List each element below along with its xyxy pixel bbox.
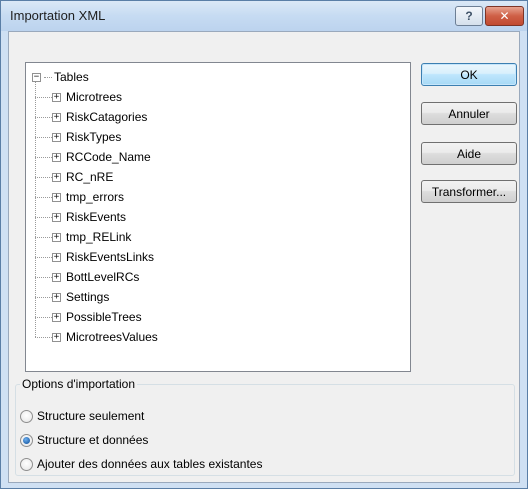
expand-icon[interactable]: +: [52, 232, 61, 242]
tree-node-tmp-errors[interactable]: + tmp_errors: [32, 187, 410, 207]
tree-node-tables[interactable]: − Tables: [32, 67, 410, 87]
option-label: Structure et données: [37, 433, 149, 447]
option-append-data[interactable]: Ajouter des données aux tables existante…: [20, 455, 262, 473]
tree-node-label: RiskEventsLinks: [66, 250, 155, 264]
tree-node-riskeventslinks[interactable]: + RiskEventsLinks: [32, 247, 410, 267]
tree-node-riskcatagories[interactable]: + RiskCatagories: [32, 107, 410, 127]
expand-icon[interactable]: +: [52, 132, 61, 142]
expand-icon[interactable]: +: [52, 172, 61, 182]
tree-node-label: RiskCatagories: [66, 110, 148, 124]
transform-button[interactable]: Transformer...: [421, 180, 517, 203]
tree-node-rccode-name[interactable]: + RCCode_Name: [32, 147, 410, 167]
radio-icon[interactable]: [20, 409, 33, 423]
expand-icon[interactable]: +: [52, 292, 61, 302]
tree-node-label: MicrotreesValues: [66, 330, 158, 344]
expand-icon[interactable]: +: [52, 112, 61, 122]
import-options-group: Options d'importation Structure seulemen…: [15, 377, 515, 476]
expand-icon[interactable]: +: [52, 312, 61, 322]
expand-icon[interactable]: +: [52, 272, 61, 282]
close-button[interactable]: ✕: [485, 6, 524, 26]
option-structure-only[interactable]: Structure seulement: [20, 407, 144, 425]
tree-node-riskevents[interactable]: + RiskEvents: [32, 207, 410, 227]
window-title: Importation XML: [10, 8, 106, 23]
tree-node-tmp-relink[interactable]: + tmp_RELink: [32, 227, 410, 247]
expand-icon[interactable]: +: [52, 152, 61, 162]
tree-node-bottlevelrcs[interactable]: + BottLevelRCs: [32, 267, 410, 287]
title-bar[interactable]: Importation XML ? ✕: [1, 1, 527, 31]
dialog-body: − Tables + Microtrees + RiskCatagories +…: [8, 31, 520, 483]
tree-node-label: BottLevelRCs: [66, 270, 140, 284]
tree-node-label: RC_nRE: [66, 170, 114, 184]
tree-node-label: tmp_errors: [66, 190, 125, 204]
ok-button[interactable]: OK: [421, 63, 517, 86]
help-button[interactable]: ?: [455, 6, 483, 26]
option-label: Structure seulement: [37, 409, 145, 423]
tables-tree-view[interactable]: − Tables + Microtrees + RiskCatagories +…: [25, 62, 411, 372]
import-options-legend: Options d'importation: [20, 377, 138, 391]
tree-node-label: RCCode_Name: [66, 150, 151, 164]
expand-icon[interactable]: +: [52, 332, 61, 342]
xml-import-dialog: Importation XML ? ✕ − Tables + Microtree…: [0, 0, 528, 489]
tree-node-label: Microtrees: [66, 90, 123, 104]
expand-icon[interactable]: +: [52, 252, 61, 262]
expand-icon[interactable]: +: [52, 92, 61, 102]
tree-connector: [44, 76, 52, 78]
tree-node-risktypes[interactable]: + RiskTypes: [32, 127, 410, 147]
tree-node-label: tmp_RELink: [66, 230, 132, 244]
expand-icon[interactable]: +: [52, 212, 61, 222]
tree-node-possibletrees[interactable]: + PossibleTrees: [32, 307, 410, 327]
tree-node-label: RiskTypes: [66, 130, 122, 144]
radio-selected-icon[interactable]: [20, 433, 33, 447]
tree-node-settings[interactable]: + Settings: [32, 287, 410, 307]
tree-node-label: PossibleTrees: [66, 310, 142, 324]
cancel-button[interactable]: Annuler: [421, 102, 517, 125]
tree-children: + Microtrees + RiskCatagories + RiskType…: [32, 81, 410, 347]
tree-node-label: RiskEvents: [66, 210, 127, 224]
question-mark-icon: ?: [465, 9, 473, 23]
option-label: Ajouter des données aux tables existante…: [37, 457, 263, 471]
tree-node-label: Tables: [54, 70, 89, 84]
tree-node-microtrees[interactable]: + Microtrees: [32, 87, 410, 107]
option-structure-and-data[interactable]: Structure et données: [20, 431, 148, 449]
expand-icon[interactable]: +: [52, 192, 61, 202]
tree-node-label: Settings: [66, 290, 110, 304]
radio-icon[interactable]: [20, 457, 33, 471]
help-dialog-button[interactable]: Aide: [421, 142, 517, 165]
tree-node-microtreesvalues[interactable]: + MicrotreesValues: [32, 327, 410, 347]
tree-node-rc-nre[interactable]: + RC_nRE: [32, 167, 410, 187]
collapse-icon[interactable]: −: [32, 72, 41, 82]
close-icon: ✕: [499, 9, 510, 23]
